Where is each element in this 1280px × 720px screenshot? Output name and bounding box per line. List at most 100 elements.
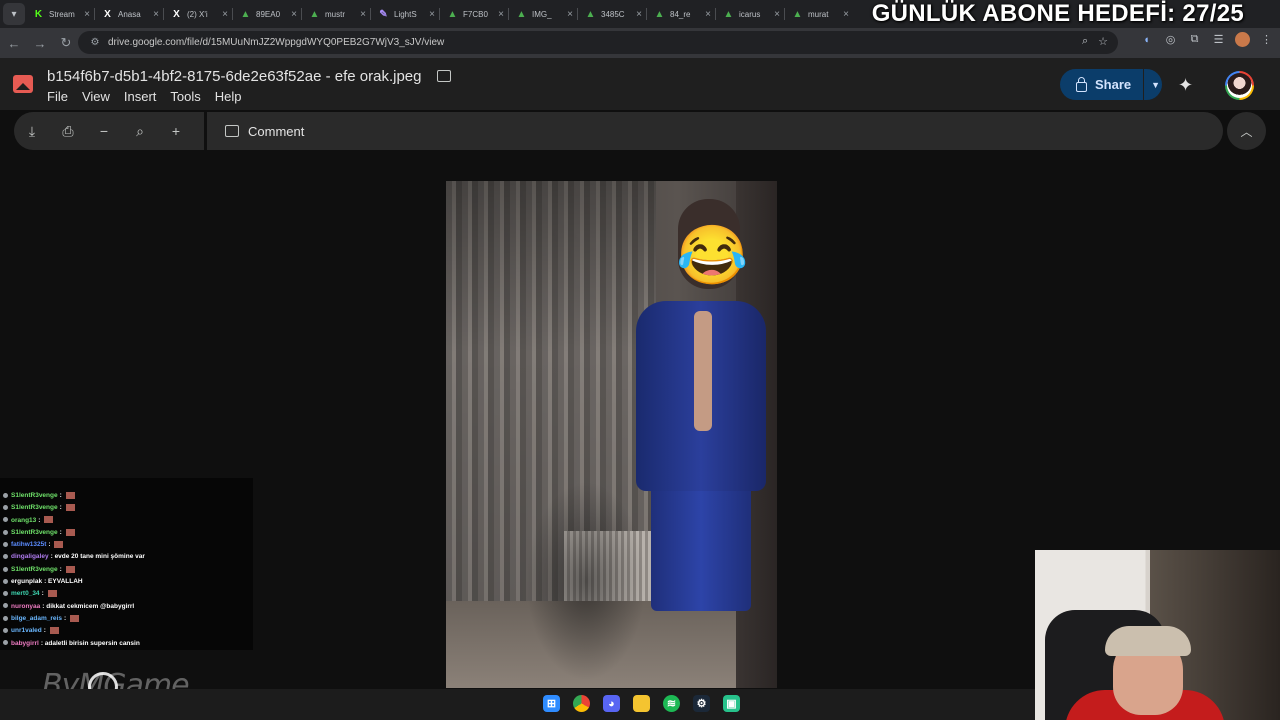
extension-icon[interactable]: ◎ [1163, 33, 1178, 46]
chat-emote-icon [44, 516, 54, 524]
close-tab-icon[interactable]: × [567, 9, 573, 20]
media-icon[interactable]: ◖ [1139, 34, 1154, 46]
chat-username: S1lentR3venge [11, 565, 58, 573]
browser-tab[interactable]: ✎ LightS × [370, 0, 439, 28]
browser-tab[interactable]: X (2) X'i × [163, 0, 232, 28]
add-comment-icon [225, 125, 239, 137]
close-tab-icon[interactable]: × [636, 9, 642, 20]
chat-message: S1lentR3venge: [0, 564, 253, 576]
chat-message: orang13: [0, 515, 253, 527]
reload-icon[interactable]: ↻ [54, 31, 78, 55]
chat-username: unr1valed [11, 627, 42, 635]
share-dropdown-icon[interactable]: ▼ [1151, 80, 1160, 90]
chat-badge-icon [3, 603, 8, 609]
zoom-in-icon[interactable]: + [158, 123, 194, 139]
zoom-icon[interactable]: ⌕ [122, 123, 158, 140]
menu-view[interactable]: View [82, 89, 110, 104]
browser-tab[interactable]: ▲ 3485C × [577, 0, 646, 28]
chat-username: fatihw1325t [11, 541, 47, 549]
menu-tools[interactable]: Tools [170, 89, 200, 104]
browser-tab[interactable]: ▲ mustr × [301, 0, 370, 28]
browser-tab[interactable]: ▲ F7CB0 × [439, 0, 508, 28]
chat-username: babygirrl [11, 639, 39, 647]
profile-avatar[interactable] [1235, 32, 1250, 47]
chat-username: S1lentR3venge [11, 492, 58, 499]
browser-tab[interactable]: X Anasa × [94, 0, 163, 28]
file-explorer-icon[interactable] [633, 695, 650, 712]
chat-message: S1lentR3venge: [0, 490, 253, 502]
chat-message: fatihw1325t: [0, 539, 253, 551]
browser-tab[interactable]: K Stream × [25, 0, 94, 28]
lock-icon [1076, 76, 1087, 92]
address-bar[interactable]: ⚙ drive.google.com/file/d/15MUuNmJZ2Wppg… [78, 31, 1118, 54]
stream-overlay-goal: GÜNLÜK ABONE HEDEFİ: 27/25 [871, 0, 1244, 27]
site-info-icon[interactable]: ⚙ [84, 37, 106, 48]
browser-tab[interactable]: ▲ murat × [784, 0, 853, 28]
app-icon[interactable]: ▣ [723, 695, 740, 712]
pen-icon: ✎ [379, 8, 388, 20]
menu-file[interactable]: File [47, 89, 68, 104]
comment-label: Comment [248, 123, 305, 139]
forward-icon[interactable]: → [28, 31, 52, 55]
spotify-icon[interactable]: ≋ [663, 695, 680, 712]
close-tab-icon[interactable]: × [498, 9, 504, 20]
chat-badge-icon [3, 640, 8, 646]
menu-insert[interactable]: Insert [124, 89, 157, 104]
bookmark-star-icon[interactable]: ☆ [1098, 35, 1108, 48]
chat-message: babygirrl: adaletli birisin supersin can… [0, 638, 253, 650]
share-button[interactable]: Share ▼ [1060, 69, 1162, 100]
collapse-toolbar-icon[interactable]: ︿ [1227, 112, 1266, 150]
chat-badge-icon [3, 615, 8, 621]
chrome-icon[interactable] [573, 695, 590, 712]
chat-text: evde 20 tane mini şömine var [54, 553, 145, 561]
webcam-overlay [1035, 550, 1280, 720]
stream-chat-overlay: S1lentR3venge: S1lentR3venge: orang13: S… [0, 478, 253, 650]
discord-icon[interactable]: ◕ [603, 695, 620, 712]
zoom-icon[interactable]: ⌕ [1082, 35, 1088, 48]
file-title: b154f6b7-d5b1-4bf2-8175-6de2e63f52ae - e… [47, 68, 422, 85]
extensions-puzzle-icon[interactable]: ⧉ [1187, 33, 1202, 46]
chat-badge-icon [3, 517, 8, 523]
drive-icon: ▲ [240, 8, 251, 20]
gemini-sparkle-icon[interactable]: ✦ [1178, 75, 1193, 96]
drive-icon: ▲ [723, 8, 734, 20]
account-avatar[interactable] [1225, 71, 1254, 100]
print-icon[interactable]: ⎙ [50, 123, 86, 140]
reading-list-icon[interactable]: ☰ [1211, 33, 1226, 46]
steam-icon[interactable]: ⚙ [693, 695, 710, 712]
chat-badge-icon [3, 529, 8, 535]
chat-badge-icon [3, 541, 8, 547]
tab-title: Stream [49, 9, 75, 19]
close-tab-icon[interactable]: × [360, 9, 366, 20]
close-tab-icon[interactable]: × [222, 9, 228, 20]
move-to-folder-icon[interactable] [437, 70, 451, 82]
close-tab-icon[interactable]: × [84, 9, 90, 20]
tab-search-icon[interactable]: ▾ [3, 3, 25, 25]
close-tab-icon[interactable]: × [291, 9, 297, 20]
windows-start-icon[interactable]: ⊞ [543, 695, 560, 712]
download-icon[interactable]: ⤓ [14, 123, 50, 140]
chat-message: mert0_34: [0, 588, 253, 600]
close-tab-icon[interactable]: × [705, 9, 711, 20]
chat-message: unr1valed: [0, 625, 253, 637]
address-url: drive.google.com/file/d/15MUuNmJZ2WppgdW… [108, 37, 445, 48]
close-tab-icon[interactable]: × [843, 9, 849, 20]
browser-tab[interactable]: ▲ 89EA0 × [232, 0, 301, 28]
close-tab-icon[interactable]: × [429, 9, 435, 20]
browser-toolbar: ← → ↻ ⚙ drive.google.com/file/d/15MUuNmJ… [0, 28, 1280, 58]
chat-badge-icon [3, 628, 8, 634]
chat-username: dingaligaley [11, 553, 49, 561]
browser-tab[interactable]: ▲ IMG_ × [508, 0, 577, 28]
zoom-out-icon[interactable]: − [86, 123, 122, 139]
image-file-icon [13, 75, 33, 93]
back-icon[interactable]: ← [2, 31, 26, 55]
chat-username: bilge_adam_reis [11, 614, 62, 622]
more-menu-icon[interactable]: ⋮ [1259, 33, 1274, 46]
browser-tab[interactable]: ▲ icarus × [715, 0, 784, 28]
browser-tab[interactable]: ▲ 84_re × [646, 0, 715, 28]
menu-help[interactable]: Help [215, 89, 242, 104]
comment-bar[interactable]: Comment [207, 112, 1223, 150]
drive-viewer-header: b154f6b7-d5b1-4bf2-8175-6de2e63f52ae - e… [0, 58, 1280, 110]
close-tab-icon[interactable]: × [774, 9, 780, 20]
close-tab-icon[interactable]: × [153, 9, 159, 20]
